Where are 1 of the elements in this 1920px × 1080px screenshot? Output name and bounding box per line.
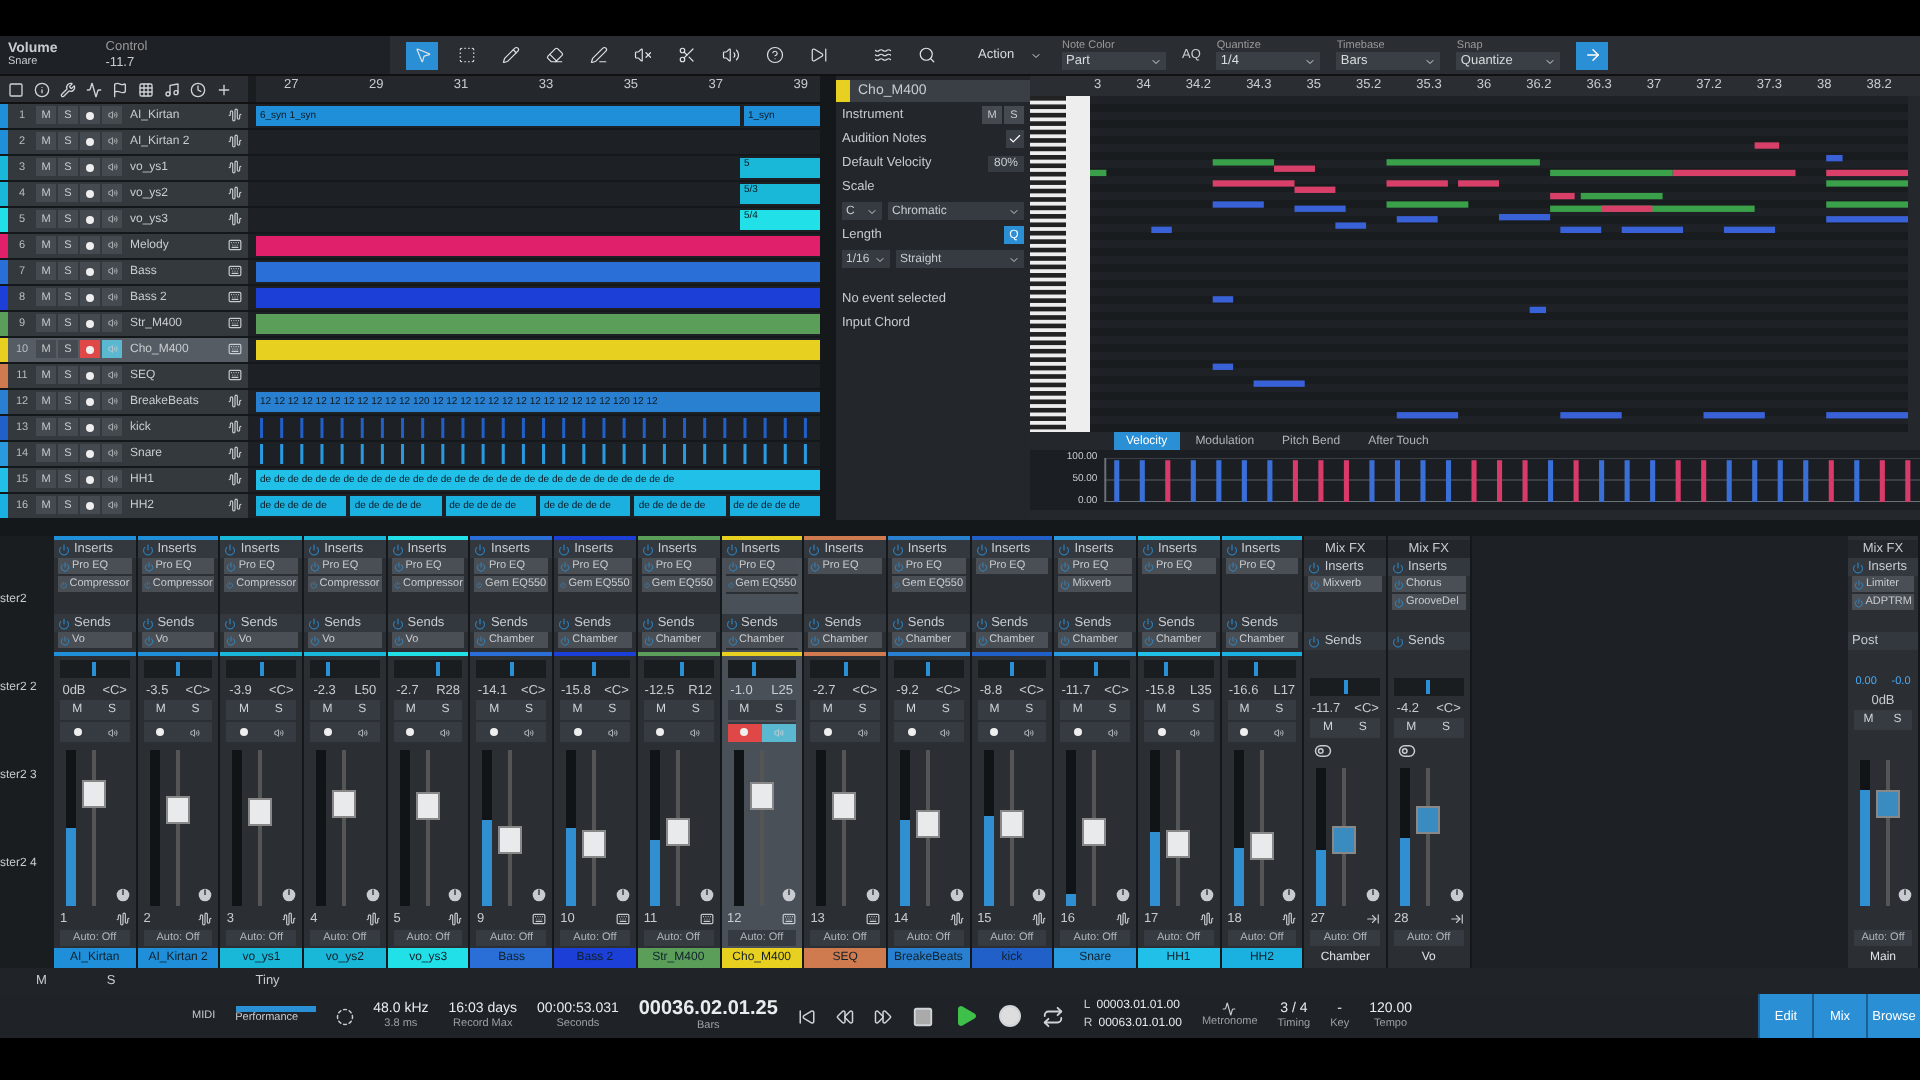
bars-value: 00036.02.01.25 xyxy=(638,998,778,1021)
